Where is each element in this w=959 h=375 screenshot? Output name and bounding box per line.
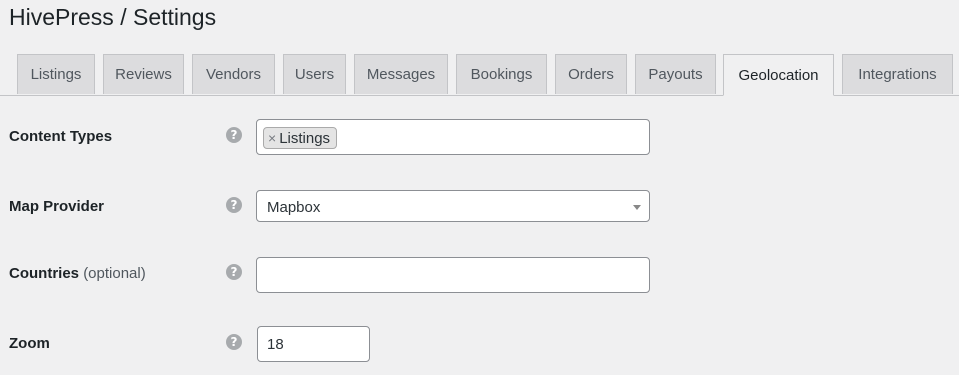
- tab-label: Reviews: [115, 66, 172, 83]
- tab-label: Integrations: [858, 66, 937, 83]
- tab-label: Payouts: [648, 66, 703, 83]
- page-title: HivePress / Settings: [9, 4, 217, 30]
- tab-label: Messages: [366, 66, 436, 83]
- tab-geolocation[interactable]: Geolocation: [723, 54, 834, 96]
- tab-label: Geolocation: [738, 66, 819, 84]
- help-icon[interactable]: ?: [226, 127, 242, 143]
- help-icon[interactable]: ?: [226, 197, 242, 213]
- countries-multiselect[interactable]: [256, 257, 650, 293]
- content-type-chip: × Listings: [263, 127, 338, 149]
- tab-payouts[interactable]: Payouts: [635, 54, 716, 94]
- tab-vendors[interactable]: Vendors: [192, 54, 275, 94]
- content-types-multiselect[interactable]: × Listings: [256, 119, 650, 155]
- map-provider-label: Map Provider: [9, 198, 105, 215]
- chip-label: Listings: [279, 129, 331, 147]
- tab-label: Orders: [568, 66, 614, 83]
- tab-orders[interactable]: Orders: [555, 54, 627, 94]
- zoom-input[interactable]: 18: [257, 326, 370, 362]
- tab-label: Vendors: [205, 66, 262, 83]
- tab-label: Bookings: [470, 66, 533, 83]
- chevron-down-icon: [633, 205, 641, 210]
- tab-integrations[interactable]: Integrations: [842, 54, 953, 94]
- countries-label: Countries (optional): [9, 265, 146, 282]
- help-icon[interactable]: ?: [226, 334, 242, 350]
- tab-bookings[interactable]: Bookings: [456, 54, 547, 94]
- zoom-value: 18: [267, 336, 284, 353]
- tab-users[interactable]: Users: [283, 54, 346, 94]
- optional-note: (optional): [83, 265, 146, 282]
- tab-listings[interactable]: Listings: [17, 54, 95, 94]
- zoom-row: Zoom ? 18: [0, 326, 959, 362]
- tab-label: Listings: [30, 66, 82, 83]
- tab-messages[interactable]: Messages: [354, 54, 448, 94]
- settings-tabs: Listings Reviews Vendors Users Messages …: [0, 54, 959, 96]
- help-icon[interactable]: ?: [226, 264, 242, 280]
- map-provider-row: Map Provider ? Mapbox: [0, 190, 959, 222]
- map-provider-select[interactable]: Mapbox: [256, 190, 650, 222]
- remove-chip-icon[interactable]: ×: [268, 130, 276, 146]
- tab-label: Users: [294, 66, 335, 83]
- content-types-row: Content Types ? × Listings: [0, 119, 959, 155]
- zoom-label: Zoom: [9, 335, 50, 352]
- countries-row: Countries (optional) ?: [0, 257, 959, 293]
- map-provider-value: Mapbox: [267, 199, 321, 216]
- content-types-label: Content Types: [9, 128, 113, 145]
- countries-label-text: Countries: [9, 265, 80, 282]
- tab-reviews[interactable]: Reviews: [103, 54, 184, 94]
